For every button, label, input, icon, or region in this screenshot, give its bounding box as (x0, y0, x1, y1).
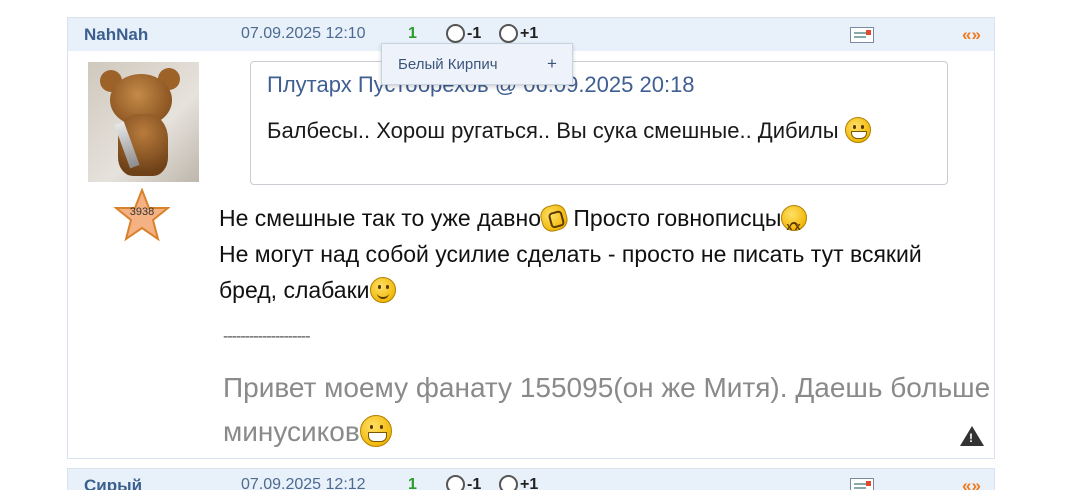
private-message-icon[interactable] (850, 27, 874, 43)
rank-number: 3938 (129, 206, 155, 218)
post-body: Не смешные так то уже давно Просто говно… (219, 200, 979, 308)
signature-divider: -------------------- (223, 328, 311, 345)
post-body-line1a: Не смешные так то уже давно (219, 205, 541, 231)
vote-plus-radio[interactable] (499, 24, 518, 43)
vote-minus-label: -1 (467, 475, 482, 490)
post-rating: 1 (408, 476, 417, 490)
vote-plus-option[interactable]: +1 (499, 24, 538, 43)
post-rating: 1 (408, 25, 417, 42)
vote-minus-label: -1 (467, 24, 482, 42)
forum-post: Сирый 07.09.2025 12:12 1 -1 +1 «» (67, 468, 995, 490)
vote-plus-label: +1 (520, 24, 539, 42)
grin-emoji-icon (844, 117, 871, 143)
avatar[interactable] (88, 62, 199, 182)
quote-reply-button[interactable]: «» (962, 25, 981, 45)
post-date: 07.09.2025 12:12 (241, 476, 366, 490)
popup-add-button[interactable]: + (547, 54, 557, 74)
smile-emoji-icon (369, 277, 396, 303)
vote-minus-radio[interactable] (446, 24, 465, 43)
quoted-message: Плутарх Пустобрехов @ 06.09.2025 20:18 Б… (250, 61, 948, 185)
signature-text: Привет моему фанату 155095(он же Митя). … (223, 372, 991, 447)
post-header: Сирый 07.09.2025 12:12 1 -1 +1 «» (68, 469, 994, 490)
vote-plus-radio[interactable] (499, 475, 518, 490)
user-popup: Белый Кирпич + (381, 43, 573, 85)
dead-emoji-icon (781, 205, 808, 245)
vote-minus-option[interactable]: -1 (446, 24, 481, 43)
quote-text-content: Балбесы.. Хорош ругаться.. Вы сука смешн… (267, 118, 839, 143)
star-rank-icon: 3938 (113, 187, 171, 242)
post-signature: Привет моему фанату 155095(он же Митя). … (223, 366, 993, 454)
post-body-line1b: Просто говнописцы (567, 205, 782, 231)
quote-reply-button[interactable]: «» (962, 476, 981, 490)
popup-user-name[interactable]: Белый Кирпич (398, 56, 498, 73)
vote-plus-label: +1 (520, 475, 539, 490)
post-date: 07.09.2025 12:10 (241, 25, 366, 42)
post-author-link[interactable]: NahNah (84, 25, 148, 45)
quote-text: Балбесы.. Хорош ругаться.. Вы сука смешн… (267, 114, 937, 148)
post-body-line2: Не могут над собой усилие сделать - прос… (219, 241, 922, 303)
private-message-icon[interactable] (850, 478, 874, 490)
vote-minus-radio[interactable] (446, 475, 465, 490)
post-author-link[interactable]: Сирый (84, 476, 142, 490)
vote-minus-option[interactable]: -1 (446, 475, 481, 490)
tapping-emoji-icon (538, 202, 570, 234)
vote-plus-option[interactable]: +1 (499, 475, 538, 490)
grin-emoji-icon (359, 415, 392, 447)
